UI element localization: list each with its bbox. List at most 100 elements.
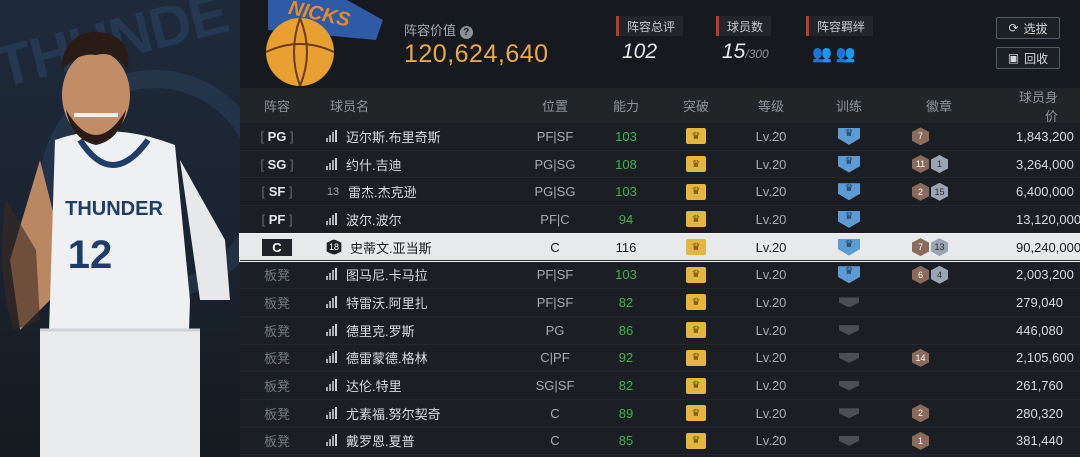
chemistry-icons[interactable]: 👥 👥	[812, 44, 856, 64]
table-row[interactable]: 板凳 戴罗恩.夏普 C 85 ♛ Lv.20 1 381,440	[240, 428, 1080, 456]
badge-icon[interactable]: 1	[931, 155, 948, 174]
slot-cell[interactable]: [ SF ]	[240, 184, 314, 199]
breakthrough-cell[interactable]: ♛	[652, 349, 740, 366]
badges-cell[interactable]: 14	[896, 348, 1016, 367]
training-badge-icon[interactable]: ♛	[838, 238, 860, 256]
badges-cell[interactable]: 2	[896, 404, 1016, 423]
select-button[interactable]: ⟳ 选拔	[996, 17, 1060, 39]
table-row[interactable]: 板凳 德雷蒙德.格林 C|PF 92 ♛ Lv.20 14 2,105,600	[240, 345, 1080, 373]
slot-cell[interactable]: [ PF ]	[240, 212, 314, 227]
training-badge-icon[interactable]: ♛	[838, 210, 860, 228]
col-header-breakthrough[interactable]: 突破	[652, 96, 740, 115]
training-badge-icon[interactable]	[839, 325, 859, 336]
table-row[interactable]: [ PF ] 波尔.波尔 PF|C 94 ♛ Lv.20 ♛ 13,120,00…	[240, 206, 1080, 234]
breakthrough-cell[interactable]: ♛	[652, 405, 740, 422]
badges-cell[interactable]: 11 1	[896, 155, 1016, 174]
badges-cell[interactable]: 7	[896, 127, 1016, 146]
training-cell[interactable]	[802, 352, 896, 363]
table-row[interactable]: C 18 史蒂文.亚当斯 C 116 ♛ Lv.20 ♛ 7 13 90,240,0…	[239, 232, 1080, 263]
training-cell[interactable]: ♛	[802, 210, 896, 228]
training-cell[interactable]: ♛	[802, 238, 896, 256]
player-name-cell[interactable]: 图马尼.卡马拉	[314, 265, 510, 284]
table-row[interactable]: [ SG ] 约什.吉迪 PG|SG 108 ♛ Lv.20 ♛ 11 1 3,2…	[240, 151, 1080, 179]
player-name-cell[interactable]: 戴罗恩.夏普	[314, 431, 510, 450]
breakthrough-cell[interactable]: ♛	[652, 183, 740, 200]
training-badge-icon[interactable]: ♛	[838, 266, 860, 284]
table-row[interactable]: 板凳 尤素福.努尔契奇 C 89 ♛ Lv.20 2 280,320	[240, 400, 1080, 428]
badge-icon[interactable]: 13	[931, 238, 948, 257]
training-badge-icon[interactable]: ♛	[838, 155, 860, 173]
badge-icon[interactable]: 14	[912, 348, 929, 367]
training-cell[interactable]	[802, 408, 896, 419]
table-row[interactable]: 板凳 图马尼.卡马拉 PF|SF 103 ♛ Lv.20 ♛ 64 2,003,…	[240, 261, 1080, 290]
player-name-cell[interactable]: 特雷沃.阿里扎	[314, 293, 510, 312]
breakthrough-cell[interactable]: ♛	[652, 294, 740, 311]
slot-cell[interactable]: [ PG ]	[240, 129, 314, 144]
slot-cell[interactable]: 板凳	[240, 348, 314, 367]
breakthrough-cell[interactable]: ♛	[652, 128, 740, 145]
training-badge-icon[interactable]	[839, 352, 859, 363]
training-badge-icon[interactable]	[839, 435, 859, 446]
player-name-cell[interactable]: 约什.吉迪	[314, 155, 510, 174]
table-row[interactable]: 板凳 达伦.特里 SG|SF 82 ♛ Lv.20 261,760	[240, 372, 1080, 400]
col-header-position[interactable]: 位置	[510, 96, 600, 115]
badge-icon[interactable]: 2	[912, 404, 929, 423]
badges-cell[interactable]: 1	[896, 431, 1016, 450]
slot-cell[interactable]: 板凳	[240, 321, 314, 340]
player-name-cell[interactable]: 德雷蒙德.格林	[314, 348, 510, 367]
col-header-value[interactable]: 球员身价	[1016, 87, 1080, 125]
badges-cell[interactable]: 7 13	[896, 238, 1016, 257]
breakthrough-cell[interactable]: ♛	[652, 432, 740, 449]
col-header-overall[interactable]: 能力	[600, 96, 652, 115]
breakthrough-cell[interactable]: ♛	[652, 211, 740, 228]
badge-icon[interactable]: 7	[912, 238, 929, 257]
training-cell[interactable]: ♛	[802, 183, 896, 201]
training-cell[interactable]	[802, 325, 896, 336]
training-cell[interactable]: ♛	[802, 155, 896, 173]
slot-cell[interactable]: 板凳	[240, 265, 314, 284]
player-name-cell[interactable]: 13 雷杰.杰克逊	[314, 182, 510, 201]
col-header-name[interactable]: 球员名	[314, 96, 510, 115]
badge-icon[interactable]: 1	[912, 431, 929, 450]
slot-cell[interactable]: 板凳	[240, 431, 314, 450]
slot-cell[interactable]: 板凳	[240, 404, 314, 423]
training-cell[interactable]: ♛	[802, 127, 896, 145]
col-header-training[interactable]: 训练	[802, 96, 896, 115]
player-name-cell[interactable]: 波尔.波尔	[314, 210, 510, 229]
training-cell[interactable]: ♛	[802, 266, 896, 284]
badges-cell[interactable]: 2 15	[896, 182, 1016, 201]
badges-cell[interactable]: 64	[896, 265, 1016, 284]
col-header-badges[interactable]: 徽章	[896, 96, 1016, 115]
training-cell[interactable]	[802, 380, 896, 391]
table-row[interactable]: 板凳 德里克.罗斯 PG 86 ♛ Lv.20 446,080	[240, 317, 1080, 345]
col-header-slot[interactable]: 阵容	[240, 96, 314, 115]
slot-cell[interactable]: C	[240, 238, 314, 256]
badge-icon[interactable]: 7	[912, 127, 929, 146]
table-row[interactable]: [ PG ] 迈尔斯.布里奇斯 PF|SF 103 ♛ Lv.20 ♛ 7 1,…	[240, 123, 1080, 151]
breakthrough-cell[interactable]: ♛	[652, 377, 740, 394]
table-row[interactable]: 板凳 特雷沃.阿里扎 PF|SF 82 ♛ Lv.20 279,040	[240, 289, 1080, 317]
help-icon[interactable]: ?	[459, 26, 473, 39]
training-cell[interactable]	[802, 297, 896, 308]
player-name-cell[interactable]: 18 史蒂文.亚当斯	[314, 238, 510, 257]
player-name-cell[interactable]: 达伦.特里	[314, 376, 510, 395]
training-badge-icon[interactable]	[839, 408, 859, 419]
badge-icon[interactable]: 4	[931, 265, 948, 284]
player-name-cell[interactable]: 尤素福.努尔契奇	[314, 404, 510, 423]
player-name-cell[interactable]: 迈尔斯.布里奇斯	[314, 127, 510, 146]
badge-icon[interactable]: 6	[912, 265, 929, 284]
player-name-cell[interactable]: 德里克.罗斯	[314, 321, 510, 340]
recycle-button[interactable]: ▣ 回收	[996, 47, 1060, 69]
training-badge-icon[interactable]: ♛	[838, 127, 860, 145]
slot-cell[interactable]: 板凳	[240, 293, 314, 312]
slot-cell[interactable]: [ SG ]	[240, 157, 314, 172]
training-badge-icon[interactable]	[839, 297, 859, 308]
breakthrough-cell[interactable]: ♛	[652, 156, 740, 173]
breakthrough-cell[interactable]: ♛	[652, 266, 740, 283]
badge-icon[interactable]: 11	[912, 155, 929, 174]
training-badge-icon[interactable]: ♛	[838, 183, 860, 201]
breakthrough-cell[interactable]: ♛	[652, 322, 740, 339]
badge-icon[interactable]: 2	[912, 182, 929, 201]
table-row[interactable]: [ SF ] 13 雷杰.杰克逊 PG|SG 103 ♛ Lv.20 ♛ 2 15 …	[240, 178, 1080, 207]
col-header-level[interactable]: 等级	[740, 96, 802, 115]
